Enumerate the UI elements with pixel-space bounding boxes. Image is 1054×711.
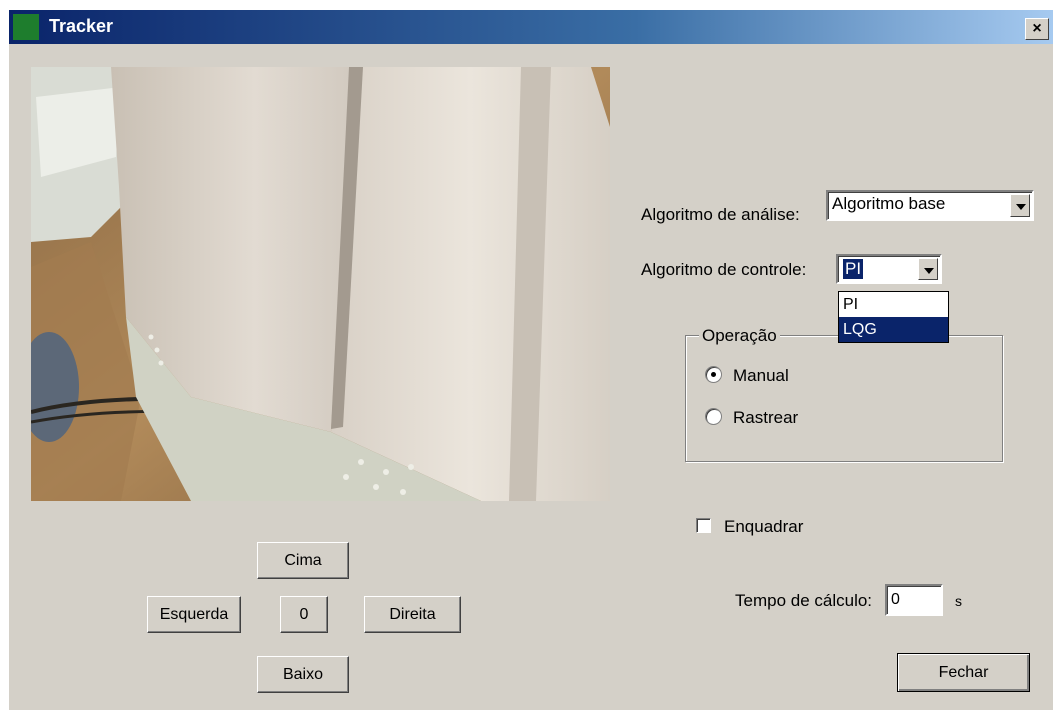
control-algorithm-label: Algoritmo de controle: [641,260,807,279]
control-algorithm-value: PI [843,259,864,279]
chevron-down-icon[interactable] [1010,194,1030,217]
calc-time-unit: s [955,593,962,609]
right-button[interactable]: Direita [364,596,461,633]
center-button[interactable]: 0 [280,596,328,633]
calc-time-field[interactable]: 0 [885,584,943,616]
analysis-algorithm-value: Algoritmo base [832,194,946,213]
calc-time-label: Tempo de cálculo: [735,591,873,610]
radio-dot [711,372,716,377]
title-bar[interactable]: Tracker × [9,10,1053,44]
manual-radio[interactable] [705,366,722,383]
left-button[interactable]: Esquerda [147,596,241,633]
up-button[interactable]: Cima [257,542,349,579]
app-icon [13,14,39,40]
close-button[interactable]: Fechar [897,653,1030,692]
down-button[interactable]: Baixo [257,656,349,693]
control-algorithm-dropdown: PI LQG [838,291,949,343]
analysis-algorithm-select[interactable]: Algoritmo base [826,190,1034,221]
operation-group-legend: Operação [699,326,780,346]
enquadrar-checkbox[interactable] [696,518,711,533]
track-radio-label[interactable]: Rastrear [733,408,798,428]
operation-group [685,335,1003,462]
control-algorithm-select[interactable]: PI [836,254,942,284]
option-pi[interactable]: PI [839,292,948,317]
camera-image [31,67,610,501]
manual-radio-label[interactable]: Manual [733,366,789,386]
option-lqg[interactable]: LQG [839,317,948,342]
camera-view [31,67,610,501]
track-radio[interactable] [705,408,722,425]
tracker-window: Tracker × Algoritmo de análise: Algoritm… [9,10,1053,710]
chevron-down-icon[interactable] [918,258,938,280]
analysis-algorithm-label: Algoritmo de análise: [641,205,800,224]
window-title: Tracker [49,16,114,36]
close-window-button[interactable]: × [1025,18,1049,40]
enquadrar-label[interactable]: Enquadrar [724,517,803,537]
